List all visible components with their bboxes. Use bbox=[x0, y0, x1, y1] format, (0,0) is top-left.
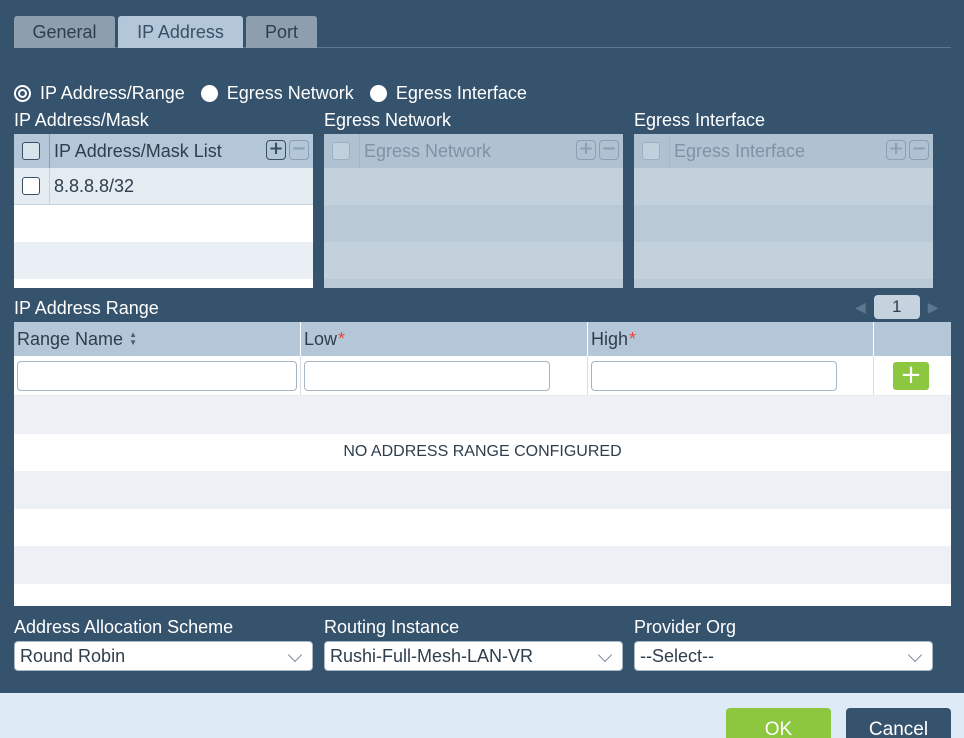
radio-egress-interface[interactable]: Egress Interface bbox=[369, 82, 527, 104]
egress-interface-list: Egress Interface + − bbox=[634, 134, 933, 288]
routing-instance-select[interactable]: Rushi-Full-Mesh-LAN-VR bbox=[324, 641, 623, 671]
ip-mask-list-header: IP Address/Mask List + − bbox=[14, 134, 313, 168]
chevron-down-icon bbox=[597, 647, 613, 663]
empty-row bbox=[634, 242, 933, 279]
list-item[interactable]: 8.8.8.8/32 bbox=[14, 168, 313, 205]
add-ip-mask-button[interactable]: + bbox=[266, 140, 286, 160]
required-marker: * bbox=[338, 328, 346, 349]
ok-button[interactable]: OK bbox=[726, 708, 831, 738]
ip-mask-value: 8.8.8.8/32 bbox=[54, 175, 135, 196]
select-all-checkbox bbox=[642, 142, 660, 160]
tab-ip-address[interactable]: IP Address bbox=[118, 16, 243, 48]
egress-interface-list-header: Egress Interface + − bbox=[634, 134, 933, 168]
required-marker: * bbox=[629, 328, 637, 349]
empty-row bbox=[324, 242, 623, 279]
cancel-button[interactable]: Cancel bbox=[846, 708, 951, 738]
empty-row bbox=[14, 583, 951, 606]
remove-ip-mask-button[interactable]: − bbox=[289, 140, 309, 160]
provider-org-select[interactable]: --Select-- bbox=[634, 641, 933, 671]
egress-network-list: Egress Network + − bbox=[324, 134, 623, 288]
next-page-icon[interactable]: ▶ bbox=[928, 299, 939, 316]
ip-mask-list: IP Address/Mask List + − 8.8.8.8/32 bbox=[14, 134, 313, 288]
provider-org-label: Provider Org bbox=[634, 617, 737, 637]
radio-checked-icon bbox=[14, 84, 31, 102]
sort-icon[interactable]: ▲ ▼ bbox=[129, 331, 137, 347]
radio-label: Egress Network bbox=[226, 82, 354, 103]
empty-row bbox=[324, 205, 623, 242]
chevron-down-icon bbox=[907, 647, 923, 663]
address-allocation-label: Address Allocation Scheme bbox=[14, 617, 234, 637]
tab-general[interactable]: General bbox=[14, 16, 115, 48]
add-egress-interface-button: + bbox=[886, 140, 906, 160]
egress-interface-header-label: Egress Interface bbox=[674, 140, 806, 161]
empty-row bbox=[324, 279, 623, 288]
selected-value: Rushi-Full-Mesh-LAN-VR bbox=[330, 646, 534, 666]
empty-row bbox=[634, 168, 933, 205]
empty-row bbox=[14, 396, 951, 434]
radio-label: IP Address/Range bbox=[40, 82, 185, 103]
ip-range-section-label: IP Address Range bbox=[14, 298, 159, 318]
add-range-button[interactable]: + bbox=[893, 361, 929, 390]
empty-state-message: NO ADDRESS RANGE CONFIGURED bbox=[14, 433, 951, 471]
low-input[interactable] bbox=[304, 360, 550, 391]
empty-row bbox=[14, 546, 951, 584]
empty-row bbox=[14, 471, 951, 509]
selected-value: --Select-- bbox=[640, 646, 715, 666]
egress-network-header-label: Egress Network bbox=[364, 140, 492, 161]
column-range-name[interactable]: Range Name ▲ ▼ bbox=[14, 322, 301, 356]
row-checkbox[interactable] bbox=[22, 177, 40, 195]
ip-range-grid: Range Name ▲ ▼ Low * High * + NO ADDRESS RA… bbox=[14, 322, 951, 606]
ip-mask-section-label: IP Address/Mask bbox=[14, 110, 149, 130]
remove-egress-interface-button: − bbox=[909, 140, 929, 160]
new-range-row: + bbox=[14, 356, 951, 396]
range-name-input[interactable] bbox=[17, 360, 297, 391]
address-type-radio-group: IP Address/Range Egress Network Egress I… bbox=[14, 82, 543, 104]
empty-row bbox=[634, 205, 933, 242]
select-all-checkbox[interactable] bbox=[22, 142, 40, 160]
radio-egress-network[interactable]: Egress Network bbox=[200, 82, 354, 104]
radio-unchecked-icon bbox=[369, 84, 387, 102]
radio-ip-address-range[interactable]: IP Address/Range bbox=[14, 83, 185, 104]
select-all-checkbox bbox=[332, 142, 350, 160]
high-input[interactable] bbox=[591, 360, 837, 391]
empty-row bbox=[14, 242, 313, 279]
empty-row bbox=[14, 279, 313, 288]
ip-mask-list-header-label: IP Address/Mask List bbox=[54, 140, 222, 161]
column-low: Low * bbox=[301, 322, 588, 356]
radio-unchecked-icon bbox=[200, 84, 218, 102]
column-high: High * bbox=[588, 322, 874, 356]
empty-row bbox=[14, 205, 313, 242]
tab-port[interactable]: Port bbox=[246, 16, 317, 48]
selected-value: Round Robin bbox=[20, 646, 126, 666]
ip-range-grid-header: Range Name ▲ ▼ Low * High * bbox=[14, 322, 951, 356]
egress-network-list-header: Egress Network + − bbox=[324, 134, 623, 168]
egress-network-section-label: Egress Network bbox=[324, 110, 452, 130]
page-number: 1 bbox=[873, 295, 920, 319]
tab-bar: General IP Address Port bbox=[14, 16, 951, 48]
address-allocation-select[interactable]: Round Robin bbox=[14, 641, 313, 671]
add-egress-network-button: + bbox=[576, 140, 596, 160]
empty-row bbox=[14, 508, 951, 546]
egress-interface-section-label: Egress Interface bbox=[634, 110, 766, 130]
empty-row bbox=[324, 168, 623, 205]
empty-row bbox=[634, 279, 933, 288]
pagination: ◀ 1 ▶ bbox=[855, 295, 939, 319]
remove-egress-network-button: − bbox=[599, 140, 619, 160]
prev-page-icon[interactable]: ◀ bbox=[855, 299, 866, 316]
column-actions bbox=[874, 322, 948, 356]
routing-instance-label: Routing Instance bbox=[324, 617, 460, 637]
radio-label: Egress Interface bbox=[395, 82, 527, 103]
chevron-down-icon bbox=[287, 647, 303, 663]
